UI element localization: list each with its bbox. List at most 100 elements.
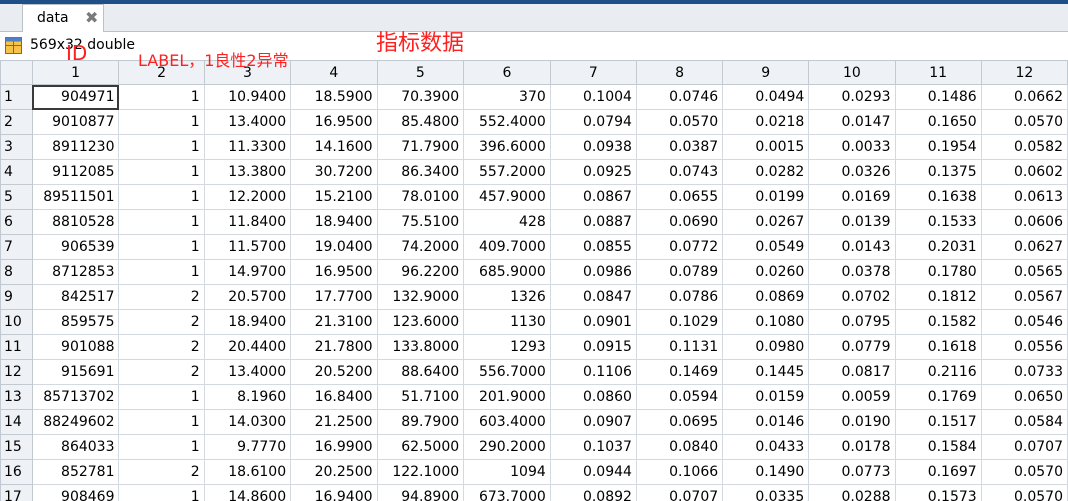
table-cell[interactable]: 1: [118, 84, 205, 110]
table-cell[interactable]: 0.0662: [980, 84, 1068, 110]
table-cell[interactable]: 908469: [31, 484, 120, 501]
table-cell[interactable]: 16.9500: [290, 109, 378, 135]
table-cell[interactable]: 0.0570: [980, 109, 1068, 135]
table-cell[interactable]: 0.0059: [808, 384, 896, 410]
table-cell[interactable]: 0.1650: [894, 109, 982, 135]
table-cell[interactable]: 603.4000: [463, 409, 551, 435]
row-header[interactable]: 1: [0, 84, 33, 110]
table-cell[interactable]: 0.0606: [980, 209, 1068, 235]
table-cell[interactable]: 16.9500: [290, 259, 378, 285]
table-cell[interactable]: 0.0733: [980, 359, 1068, 385]
table-cell[interactable]: 0.0033: [808, 134, 896, 160]
table-cell[interactable]: 673.7000: [463, 484, 551, 501]
table-cell[interactable]: 14.0300: [203, 409, 292, 435]
tab-data[interactable]: data ✖: [22, 4, 104, 32]
table-cell[interactable]: 0.1375: [894, 159, 982, 185]
column-header-7[interactable]: 7: [549, 60, 637, 85]
table-cell[interactable]: 16.9400: [290, 484, 378, 501]
table-cell[interactable]: 0.0178: [808, 434, 896, 460]
table-cell[interactable]: 556.7000: [463, 359, 551, 385]
table-cell[interactable]: 21.7800: [290, 334, 378, 360]
table-cell[interactable]: 0.0707: [980, 434, 1068, 460]
table-cell[interactable]: 0.1812: [894, 284, 982, 310]
table-cell[interactable]: 1: [118, 209, 205, 235]
table-cell[interactable]: 8712853: [31, 259, 120, 285]
table-cell[interactable]: 201.9000: [463, 384, 551, 410]
table-cell[interactable]: 852781: [31, 459, 120, 485]
row-header[interactable]: 14: [0, 409, 33, 435]
table-cell[interactable]: 14.1600: [290, 134, 378, 160]
table-cell[interactable]: 915691: [31, 359, 120, 385]
table-cell[interactable]: 21.3100: [290, 309, 378, 335]
table-cell[interactable]: 20.4400: [203, 334, 292, 360]
table-cell[interactable]: 20.5700: [203, 284, 292, 310]
table-cell[interactable]: 1: [118, 109, 205, 135]
table-cell[interactable]: 89.7900: [376, 409, 465, 435]
table-cell[interactable]: 0.1618: [894, 334, 982, 360]
table-cell[interactable]: 8810528: [31, 209, 120, 235]
close-icon[interactable]: ✖: [85, 8, 98, 27]
table-cell[interactable]: 0.0986: [549, 259, 637, 285]
table-cell[interactable]: 409.7000: [463, 234, 551, 260]
table-cell[interactable]: 0.0570: [980, 484, 1068, 501]
table-cell[interactable]: 0.0702: [808, 284, 896, 310]
table-cell[interactable]: 123.6000: [376, 309, 465, 335]
row-header[interactable]: 2: [0, 109, 33, 135]
table-cell[interactable]: 0.0786: [635, 284, 724, 310]
table-cell[interactable]: 11.3300: [203, 134, 292, 160]
row-header[interactable]: 5: [0, 184, 33, 210]
table-cell[interactable]: 0.1533: [894, 209, 982, 235]
table-cell[interactable]: 1: [118, 159, 205, 185]
table-cell[interactable]: 0.0594: [635, 384, 724, 410]
table-cell[interactable]: 0.1573: [894, 484, 982, 501]
table-cell[interactable]: 0.0190: [808, 409, 896, 435]
table-cell[interactable]: 8.1960: [203, 384, 292, 410]
table-cell[interactable]: 0.0582: [980, 134, 1068, 160]
row-header[interactable]: 15: [0, 434, 33, 460]
table-cell[interactable]: 0.0494: [722, 84, 810, 110]
row-header[interactable]: 16: [0, 459, 33, 485]
table-cell[interactable]: 13.3800: [203, 159, 292, 185]
table-cell[interactable]: 0.0892: [549, 484, 637, 501]
table-cell[interactable]: 0.1490: [722, 459, 810, 485]
table-cell[interactable]: 18.5900: [290, 84, 378, 110]
table-cell[interactable]: 0.0335: [722, 484, 810, 501]
table-cell[interactable]: 86.3400: [376, 159, 465, 185]
table-cell[interactable]: 9.7770: [203, 434, 292, 460]
table-cell[interactable]: 94.8900: [376, 484, 465, 501]
table-cell[interactable]: 88.6400: [376, 359, 465, 385]
table-cell[interactable]: 901088: [31, 334, 120, 360]
table-cell[interactable]: 62.5000: [376, 434, 465, 460]
table-cell[interactable]: 552.4000: [463, 109, 551, 135]
table-cell[interactable]: 18.6100: [203, 459, 292, 485]
row-header[interactable]: 13: [0, 384, 33, 410]
table-cell[interactable]: 88249602: [31, 409, 120, 435]
table-cell[interactable]: 0.0267: [722, 209, 810, 235]
table-cell[interactable]: 0.1954: [894, 134, 982, 160]
column-header-8[interactable]: 8: [635, 60, 724, 85]
row-header[interactable]: 12: [0, 359, 33, 385]
table-cell[interactable]: 0.0840: [635, 434, 724, 460]
table-cell[interactable]: 16.8400: [290, 384, 378, 410]
table-cell[interactable]: 1326: [463, 284, 551, 310]
table-cell[interactable]: 0.0602: [980, 159, 1068, 185]
table-cell[interactable]: 0.1638: [894, 184, 982, 210]
table-cell[interactable]: 30.7200: [290, 159, 378, 185]
table-cell[interactable]: 9010877: [31, 109, 120, 135]
table-cell[interactable]: 370: [463, 84, 551, 110]
table-cell[interactable]: 0.0433: [722, 434, 810, 460]
table-cell[interactable]: 0.0938: [549, 134, 637, 160]
table-cell[interactable]: 132.9000: [376, 284, 465, 310]
table-cell[interactable]: 14.8600: [203, 484, 292, 501]
table-cell[interactable]: 0.1780: [894, 259, 982, 285]
table-cell[interactable]: 13.4000: [203, 109, 292, 135]
table-cell[interactable]: 0.0282: [722, 159, 810, 185]
table-cell[interactable]: 0.0139: [808, 209, 896, 235]
column-header-5[interactable]: 5: [376, 60, 465, 85]
table-cell[interactable]: 0.0613: [980, 184, 1068, 210]
table-cell[interactable]: 11.8400: [203, 209, 292, 235]
table-cell[interactable]: 2: [118, 284, 205, 310]
table-cell[interactable]: 0.1037: [549, 434, 637, 460]
table-cell[interactable]: 19.0400: [290, 234, 378, 260]
table-cell[interactable]: 0.1029: [635, 309, 724, 335]
